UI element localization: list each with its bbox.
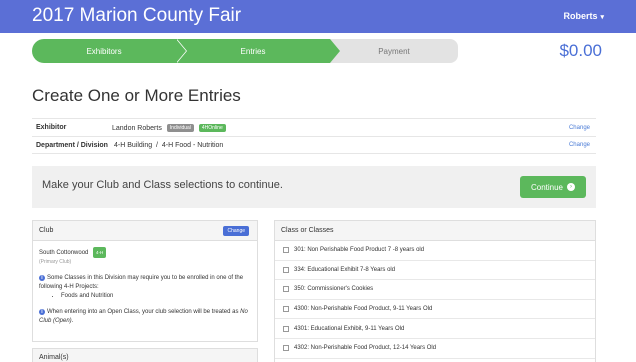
continue-label: Continue bbox=[530, 182, 564, 192]
class-list: 301: Non Perishable Food Product 7 -8 ye… bbox=[275, 241, 595, 359]
club-panel-header: Club Change bbox=[33, 221, 257, 241]
class-label: 4300: Non-Perishable Food Product, 9-11 … bbox=[294, 306, 433, 313]
project-item: Foods and Nutrition bbox=[61, 292, 251, 301]
class-item[interactable]: 301: Non Perishable Food Product 7 -8 ye… bbox=[275, 241, 595, 261]
change-club-button[interactable]: Change bbox=[223, 226, 249, 236]
info-icon: i bbox=[39, 309, 45, 316]
exhibitor-name: Landon Roberts bbox=[112, 124, 162, 132]
class-checkbox[interactable] bbox=[283, 247, 289, 254]
step-payment[interactable]: Payment bbox=[330, 39, 458, 63]
selection-notice: Make your Club and Class selections to c… bbox=[32, 166, 596, 208]
step-arrow bbox=[330, 39, 340, 63]
caret-down-icon: ▾ bbox=[600, 14, 604, 21]
class-checkbox[interactable] bbox=[283, 345, 289, 352]
class-label: 350: Commissioner's Cookies bbox=[294, 286, 374, 293]
change-exhibitor-link[interactable]: Change bbox=[569, 125, 590, 131]
class-label: 4302: Non-Perishable Food Product, 12-14… bbox=[294, 345, 437, 352]
user-name: Roberts bbox=[563, 11, 598, 21]
club-name-text: South Cottonwood bbox=[39, 250, 89, 257]
department-row: Department / Division 4-H Building / 4-H… bbox=[32, 136, 596, 154]
club-name: South Cottonwood 4-H bbox=[39, 247, 251, 258]
animals-heading: Animal(s) bbox=[39, 354, 69, 361]
project-note-text: Some Classes in this Division may requir… bbox=[39, 275, 244, 291]
classes-panel: Class or Classes 301: Non Perishable Foo… bbox=[274, 220, 596, 362]
cart-total: $0.00 bbox=[559, 41, 602, 60]
notice-text: Make your Club and Class selections to c… bbox=[42, 179, 283, 191]
class-item[interactable]: 4302: Non-Perishable Food Product, 12-14… bbox=[275, 339, 595, 359]
animals-panel: Animal(s) bbox=[32, 348, 258, 362]
info-icon: i bbox=[39, 275, 45, 282]
department-label: Department / Division bbox=[36, 141, 108, 149]
project-note: i Some Classes in this Division may requi… bbox=[39, 274, 251, 301]
classes-heading: Class or Classes bbox=[281, 227, 334, 234]
page-title: Create One or More Entries bbox=[32, 86, 241, 105]
department-value: 4-H Building / 4-H Food - Nutrition bbox=[114, 141, 224, 149]
4honline-badge: 4HOnline bbox=[198, 123, 226, 132]
open-class-note-end: . bbox=[71, 318, 74, 325]
open-class-note: i When entering into an Open Class, your … bbox=[39, 308, 251, 326]
class-item[interactable]: 350: Commissioner's Cookies bbox=[275, 280, 595, 300]
class-label: 4301: Educational Exhibit, 9-11 Years Ol… bbox=[294, 325, 405, 332]
primary-club-label: (Primary Club) bbox=[39, 259, 72, 266]
4h-badge: 4-H bbox=[93, 247, 107, 258]
class-item[interactable]: 4300: Non-Perishable Food Product, 9-11 … bbox=[275, 300, 595, 320]
class-item[interactable]: 4301: Educational Exhibit, 9-11 Years Ol… bbox=[275, 319, 595, 339]
exhibitor-row: Exhibitor Landon Roberts Individual 4HOn… bbox=[32, 118, 596, 136]
class-checkbox[interactable] bbox=[283, 286, 289, 293]
user-menu[interactable]: Roberts ▾ bbox=[563, 11, 604, 21]
club-panel: Club Change South Cottonwood 4-H (Primar… bbox=[32, 220, 258, 342]
exhibitor-value: Landon Roberts Individual 4HOnline bbox=[112, 123, 226, 132]
top-navbar: 2017 Marion County Fair Roberts ▾ bbox=[0, 0, 636, 33]
step-entries[interactable]: Entries bbox=[176, 39, 330, 63]
class-item[interactable]: 334: Educational Exhibit 7-8 Years old bbox=[275, 261, 595, 281]
class-checkbox[interactable] bbox=[283, 325, 289, 332]
step-arrow bbox=[176, 39, 186, 63]
classes-panel-header: Class or Classes bbox=[275, 221, 595, 241]
continue-button[interactable]: Continue › bbox=[520, 176, 586, 198]
change-department-link[interactable]: Change bbox=[569, 142, 590, 148]
exhibitor-label: Exhibitor bbox=[36, 124, 67, 131]
class-checkbox[interactable] bbox=[283, 266, 289, 273]
progress-steps: Exhibitors Entries Payment bbox=[32, 39, 458, 63]
project-list: Foods and Nutrition bbox=[39, 292, 251, 301]
arrow-right-circle-icon: › bbox=[567, 183, 576, 191]
open-class-note-text: When entering into an Open Class, your c… bbox=[47, 309, 241, 316]
class-label: 301: Non Perishable Food Product 7 -8 ye… bbox=[294, 247, 425, 254]
step-exhibitors[interactable]: Exhibitors bbox=[32, 39, 176, 63]
app-title[interactable]: 2017 Marion County Fair bbox=[32, 5, 241, 27]
club-heading: Club bbox=[39, 227, 54, 234]
entry-info-table: Exhibitor Landon Roberts Individual 4HOn… bbox=[32, 118, 596, 154]
club-body: South Cottonwood 4-H (Primary Club) i Som… bbox=[33, 241, 257, 332]
individual-badge: Individual bbox=[166, 123, 194, 132]
class-checkbox[interactable] bbox=[283, 306, 289, 313]
class-label: 334: Educational Exhibit 7-8 Years old bbox=[294, 266, 396, 273]
